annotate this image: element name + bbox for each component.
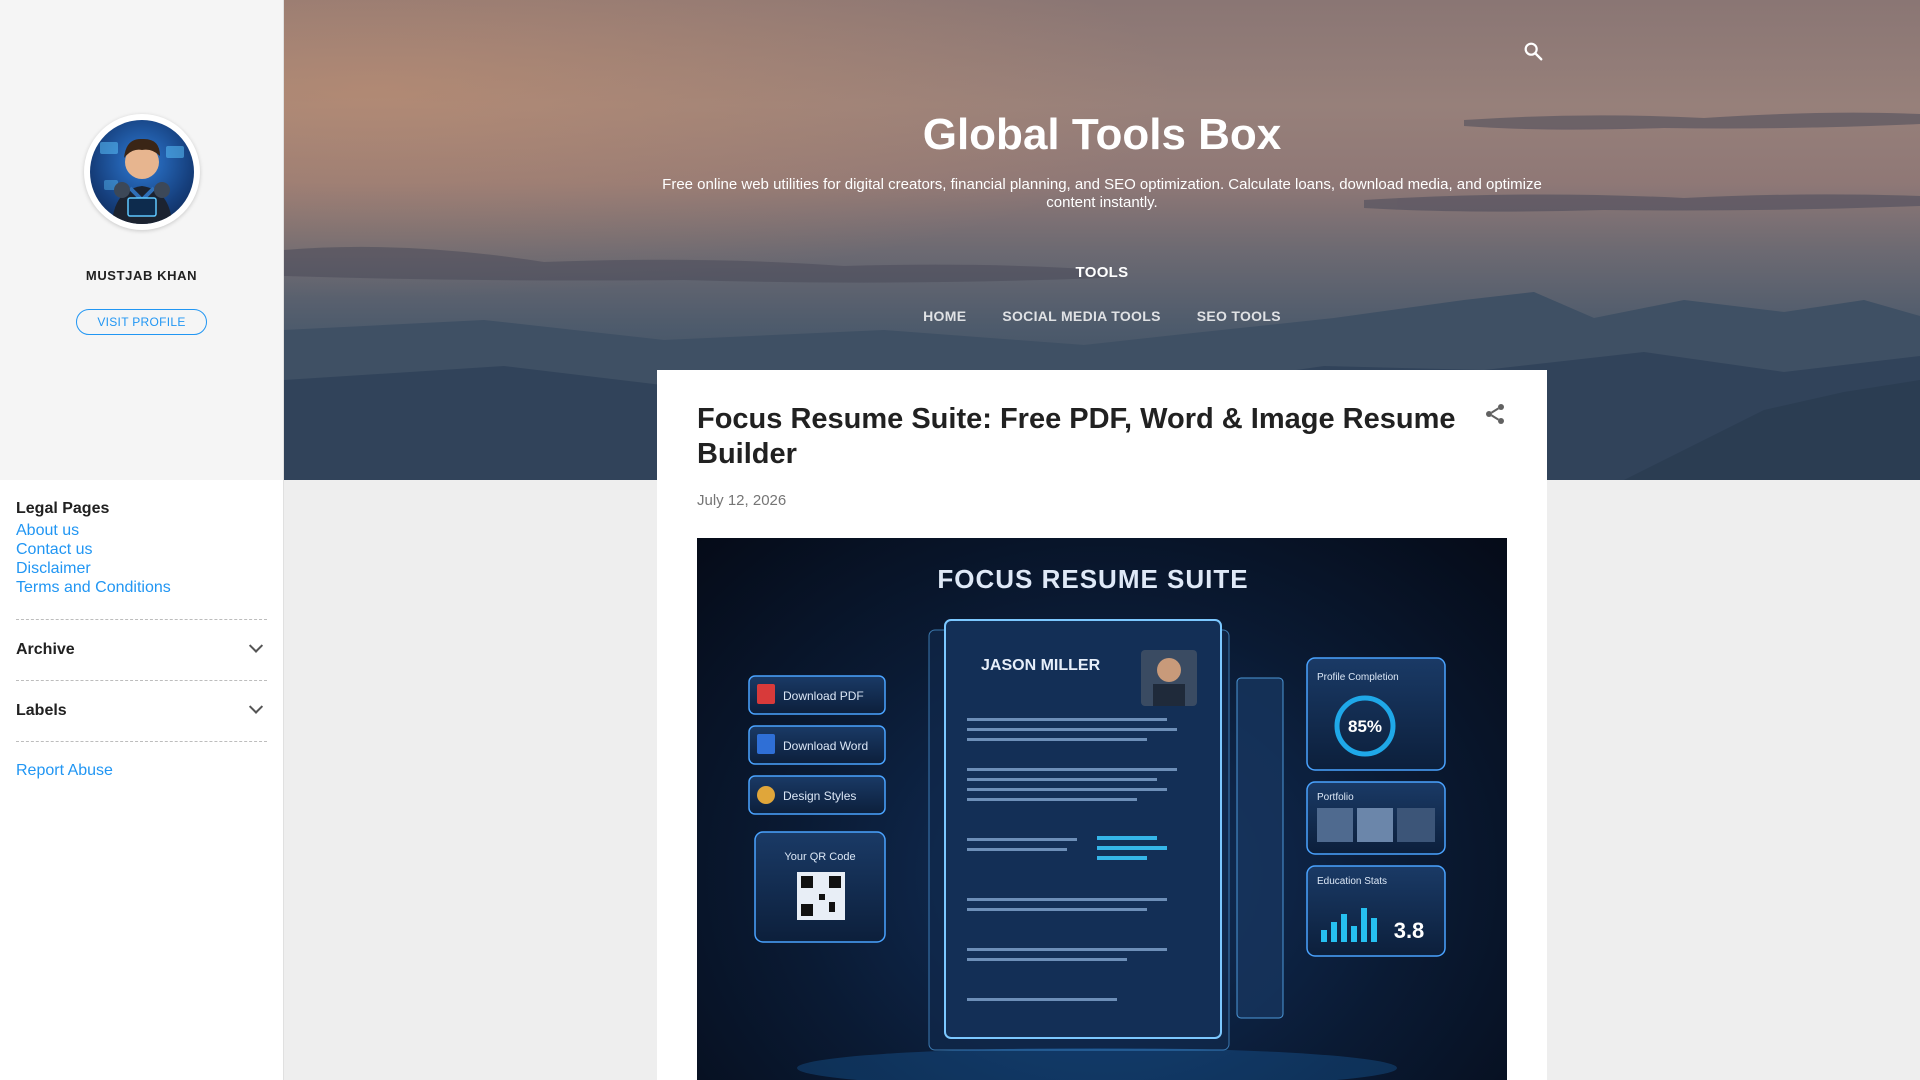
image-portfolio-label: Portfolio bbox=[1317, 792, 1354, 803]
site-description: Free online web utilities for digital cr… bbox=[662, 176, 1542, 211]
image-profile-completion-value: 85% bbox=[1348, 717, 1382, 736]
link-disclaimer[interactable]: Disclaimer bbox=[16, 559, 267, 578]
sidebar-widgets: Legal Pages About us Contact us Disclaim… bbox=[0, 480, 283, 780]
legal-links: About us Contact us Disclaimer Terms and… bbox=[16, 521, 267, 597]
search-icon[interactable] bbox=[1522, 40, 1544, 62]
image-qr-label: Your QR Code bbox=[784, 851, 855, 863]
image-btn-pdf: Download PDF bbox=[783, 689, 864, 703]
site-title[interactable]: Global Tools Box bbox=[284, 110, 1920, 160]
image-resume-name: JASON MILLER bbox=[981, 657, 1101, 674]
main-nav: HOME SOCIAL MEDIA TOOLS SEO TOOLS bbox=[284, 308, 1920, 324]
nav-heading-tools[interactable]: TOOLS bbox=[284, 264, 1920, 281]
share-icon[interactable] bbox=[1483, 402, 1507, 426]
archive-title: Archive bbox=[16, 641, 75, 658]
visit-profile-button[interactable]: VISIT PROFILE bbox=[76, 309, 207, 335]
chevron-down-icon bbox=[248, 638, 264, 653]
nav-item-social-media-tools[interactable]: SOCIAL MEDIA TOOLS bbox=[1002, 308, 1160, 324]
image-right-panels: Profile Completion 85% Portfolio Educati… bbox=[1306, 657, 1446, 957]
nav-item-seo-tools[interactable]: SEO TOOLS bbox=[1197, 308, 1281, 324]
image-gpa-value: 3.8 bbox=[1394, 918, 1425, 943]
image-left-buttons: Download PDF Download Word Design Styles… bbox=[748, 675, 886, 943]
post-featured-image[interactable]: FOCUS RESUME SUITE Download PDF Download… bbox=[697, 538, 1507, 1080]
link-terms-and-conditions[interactable]: Terms and Conditions bbox=[16, 578, 267, 597]
report-abuse-section: Report Abuse bbox=[16, 741, 267, 780]
image-btn-design: Design Styles bbox=[783, 789, 856, 803]
image-resume-document: JASON MILLER bbox=[928, 619, 1284, 1051]
labels-collapser[interactable]: Labels bbox=[16, 680, 267, 741]
image-profile-completion-label: Profile Completion bbox=[1317, 672, 1399, 683]
labels-title: Labels bbox=[16, 702, 67, 719]
chevron-down-icon bbox=[248, 699, 264, 714]
image-heading: FOCUS RESUME SUITE bbox=[937, 564, 1248, 594]
sidebar: MUSTJAB KHAN VISIT PROFILE Legal Pages A… bbox=[0, 0, 284, 1080]
link-about-us[interactable]: About us bbox=[16, 521, 267, 540]
avatar-image bbox=[89, 120, 194, 224]
avatar[interactable] bbox=[83, 114, 200, 230]
nav-item-home[interactable]: HOME bbox=[923, 308, 966, 324]
image-btn-word: Download Word bbox=[783, 739, 868, 753]
post-date: July 12, 2026 bbox=[697, 492, 787, 509]
legal-pages-title: Legal Pages bbox=[16, 500, 110, 517]
image-education-label: Education Stats bbox=[1317, 876, 1387, 887]
report-abuse-link[interactable]: Report Abuse bbox=[16, 762, 113, 779]
profile-section: MUSTJAB KHAN VISIT PROFILE bbox=[0, 0, 283, 480]
post-title[interactable]: Focus Resume Suite: Free PDF, Word & Ima… bbox=[697, 402, 1457, 472]
archive-collapser[interactable]: Archive bbox=[16, 619, 267, 680]
link-contact-us[interactable]: Contact us bbox=[16, 540, 267, 559]
post-card: Focus Resume Suite: Free PDF, Word & Ima… bbox=[657, 370, 1547, 1080]
profile-name: MUSTJAB KHAN bbox=[85, 268, 198, 283]
